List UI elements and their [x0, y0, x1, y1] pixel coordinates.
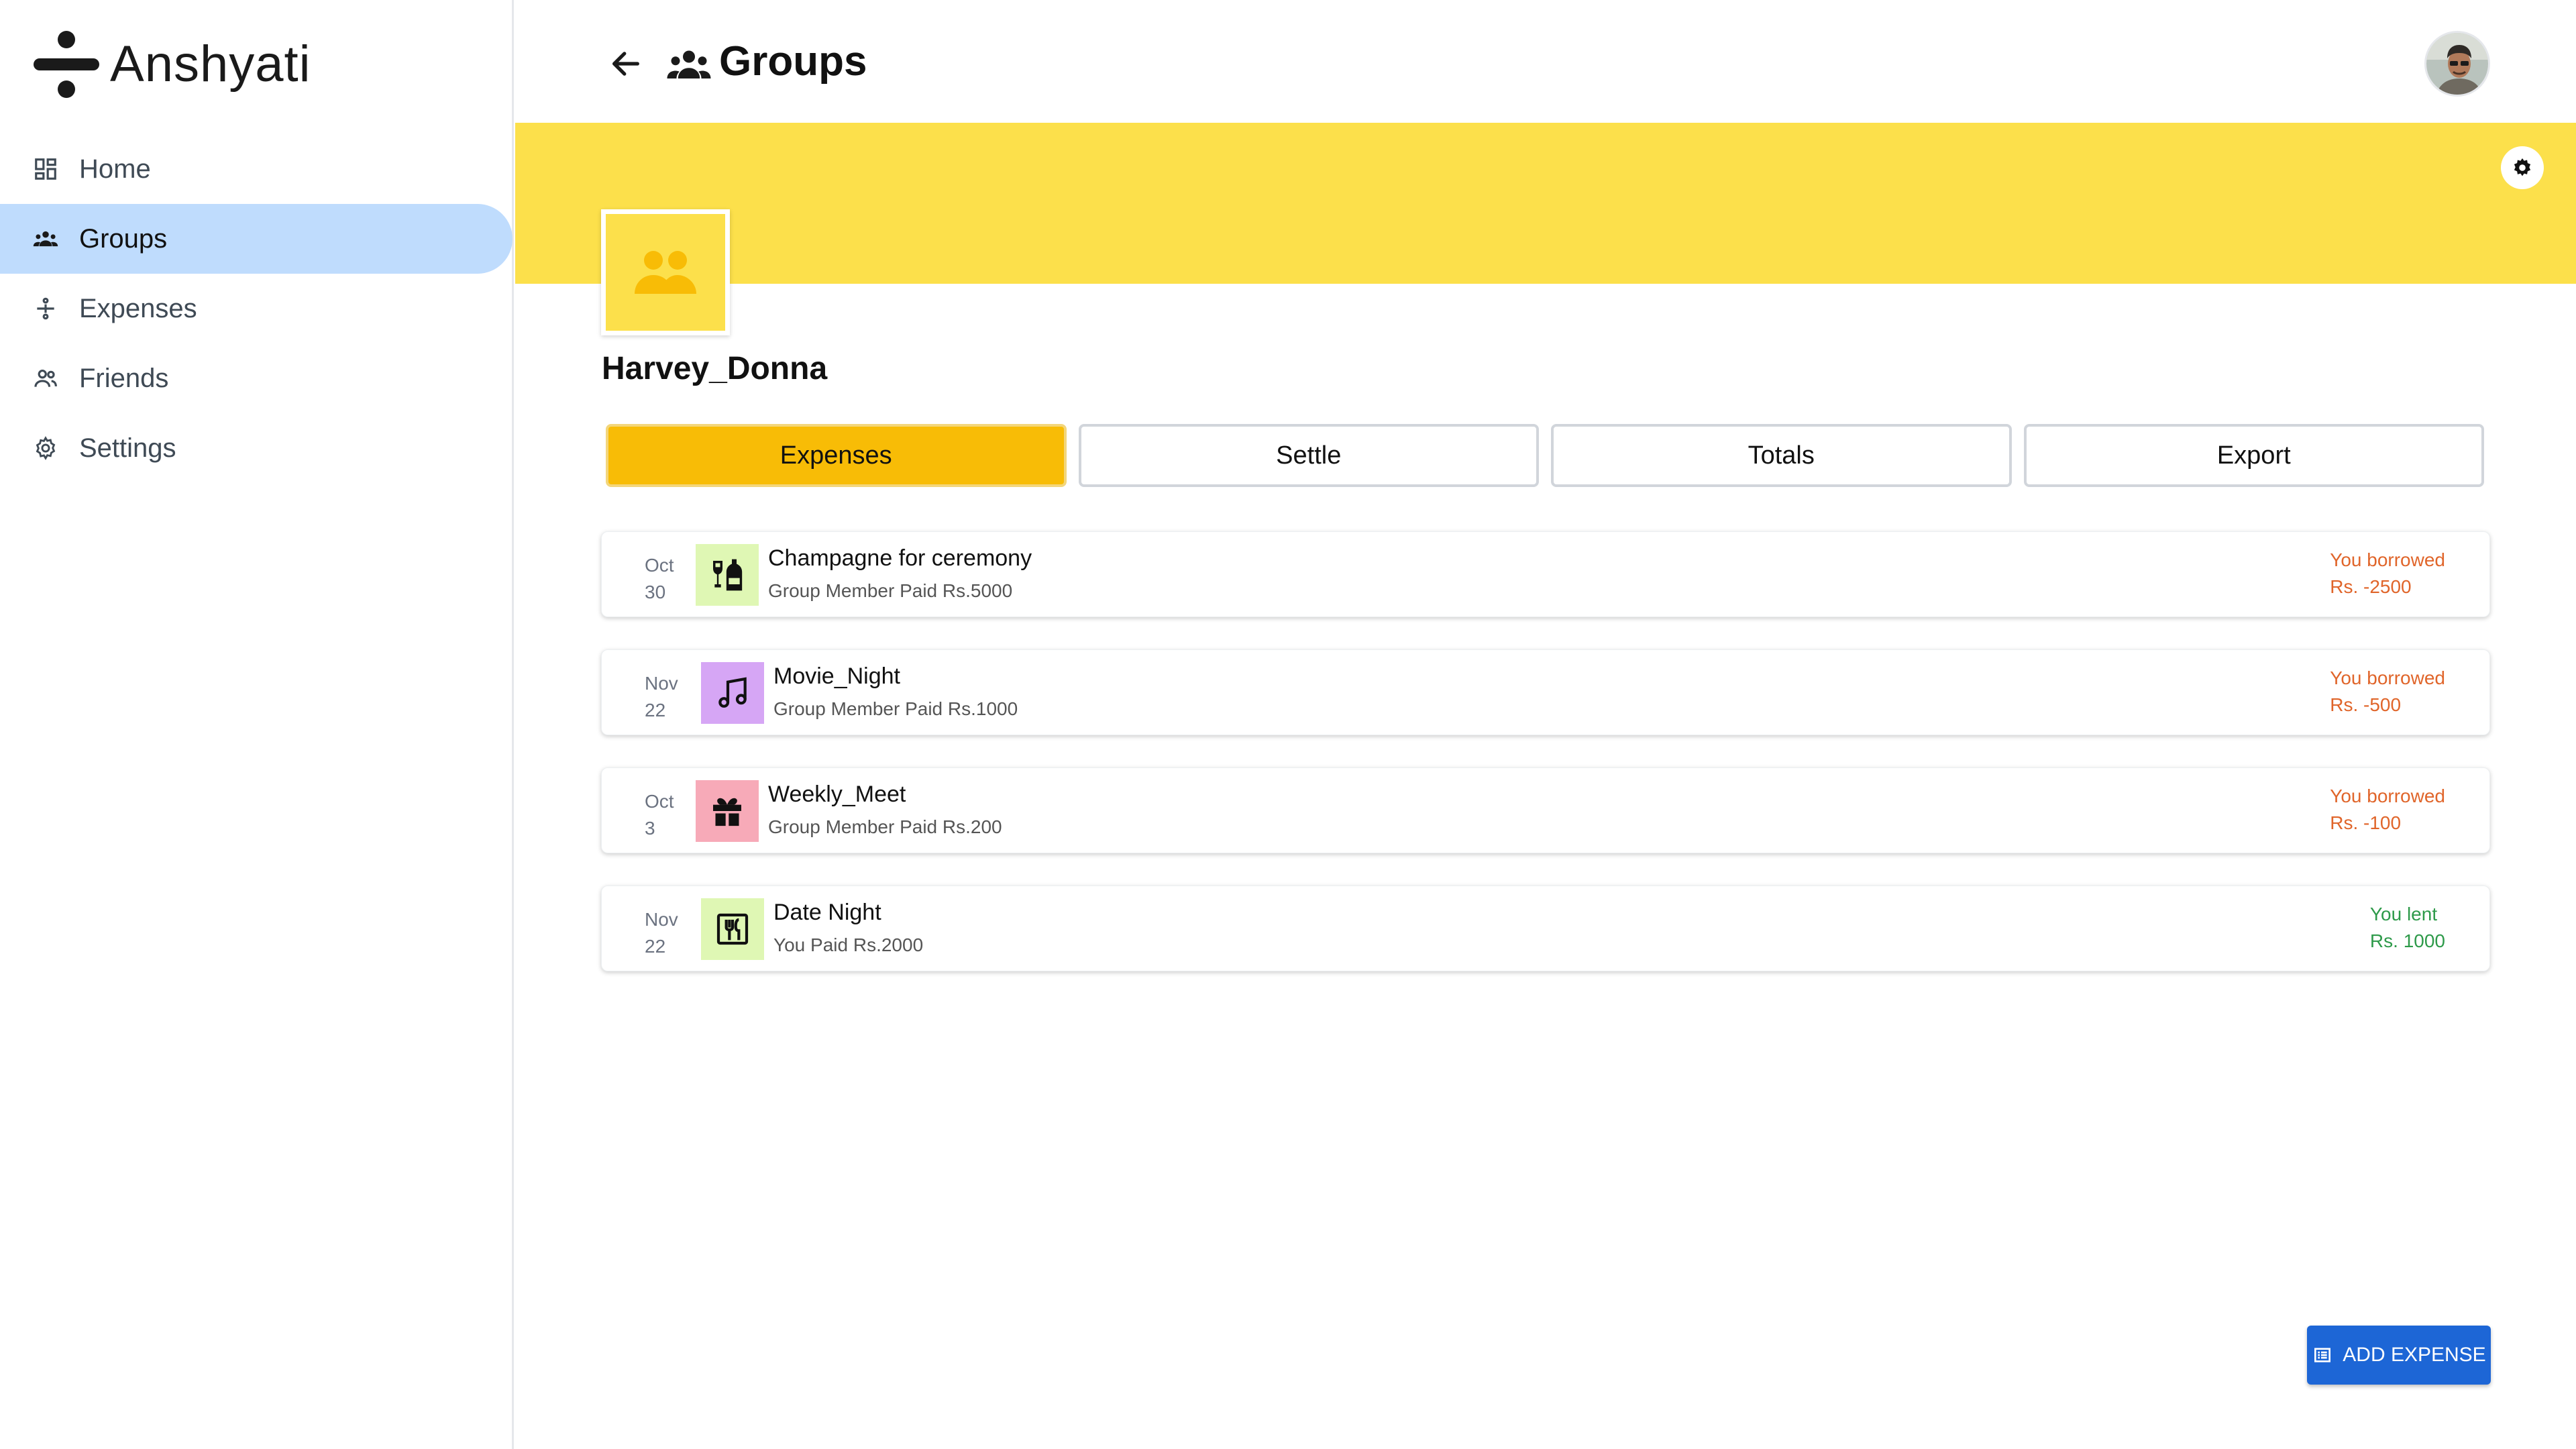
expenses-icon — [32, 295, 59, 322]
expense-balance: You borrowed Rs. -2500 — [2330, 547, 2445, 600]
expense-icon-box — [696, 780, 759, 842]
expense-title: Champagne for ceremony — [768, 545, 1032, 571]
expense-date: Nov 22 — [645, 906, 685, 960]
gift-icon — [713, 798, 741, 826]
expense-subtitle: Group Member Paid Rs.200 — [768, 816, 1002, 837]
sidebar-item-friends[interactable]: Friends — [0, 343, 514, 413]
expense-list: Oct 30 Champagne for ceremony Group Memb… — [601, 531, 2490, 1004]
expense-title: Movie_Night — [773, 663, 900, 689]
list-item[interactable]: Nov 22 Date Night You Paid Rs.2000 You l… — [601, 885, 2490, 971]
settings-icon — [32, 435, 59, 462]
expense-icon-box — [696, 544, 759, 606]
sidebar-item-label: Friends — [79, 363, 169, 393]
expense-balance: You lent Rs. 1000 — [2370, 901, 2445, 955]
expense-amount: Rs. -500 — [2330, 694, 2402, 715]
expense-day: 3 — [645, 818, 655, 839]
expense-status: You borrowed — [2330, 667, 2445, 688]
add-expense-label: ADD EXPENSE — [2343, 1344, 2486, 1366]
expense-month: Nov — [645, 673, 678, 694]
group-avatar[interactable] — [601, 209, 730, 335]
arrow-back-icon — [612, 52, 639, 76]
expense-day: 22 — [645, 936, 666, 957]
music-note-icon — [718, 677, 747, 708]
expense-amount: Rs. -100 — [2330, 812, 2402, 833]
expense-day: 22 — [645, 700, 666, 720]
champagne-icon — [713, 559, 743, 591]
sidebar-item-expenses[interactable]: Expenses — [0, 274, 514, 343]
back-button[interactable] — [604, 42, 648, 86]
expense-amount: Rs. 1000 — [2369, 930, 2445, 951]
expense-subtitle: Group Member Paid Rs.5000 — [768, 580, 1013, 601]
expense-month: Oct — [645, 791, 674, 812]
sidebar-item-home[interactable]: Home — [0, 134, 514, 204]
gear-icon — [2514, 158, 2531, 176]
expense-date: Nov 22 — [645, 670, 685, 724]
expense-date: Oct 30 — [645, 552, 685, 606]
anshyati-logo-icon — [32, 30, 101, 98]
expense-status: You lent — [2369, 904, 2438, 924]
tab-settle[interactable]: Settle — [1078, 424, 1539, 487]
restaurant-icon — [716, 913, 749, 945]
group-name: Harvey_Donna — [602, 351, 828, 386]
dashboard-icon — [32, 156, 59, 182]
expense-title: Date Night — [773, 900, 881, 925]
expense-month: Nov — [645, 909, 678, 930]
sidebar-nav: Home Groups Expenses Friends Settings — [0, 134, 514, 483]
expense-month: Oct — [645, 555, 674, 576]
expense-day: 30 — [645, 582, 666, 602]
tab-export[interactable]: Export — [2023, 424, 2484, 487]
expense-subtitle: Group Member Paid Rs.1000 — [773, 698, 1018, 719]
tab-expenses[interactable]: Expenses — [606, 424, 1067, 487]
expense-status: You borrowed — [2330, 786, 2445, 806]
page-title: Groups — [719, 38, 867, 85]
sidebar-item-settings[interactable]: Settings — [0, 413, 514, 483]
group-settings-button[interactable] — [2501, 146, 2544, 189]
sidebar-item-groups[interactable]: Groups — [0, 204, 513, 274]
sidebar-item-label: Home — [79, 154, 151, 184]
app-name: Anshyati — [110, 35, 311, 93]
brand[interactable]: Anshyati — [32, 27, 311, 101]
friends-icon — [32, 365, 59, 392]
sidebar: Anshyati Home Groups Expenses Friends Se… — [0, 0, 514, 1449]
expense-balance: You borrowed Rs. -100 — [2330, 783, 2445, 837]
group-tabs: Expenses Settle Totals Export — [606, 424, 2484, 487]
group-banner — [515, 123, 2576, 284]
expense-balance: You borrowed Rs. -500 — [2330, 665, 2445, 718]
receipt-list-icon — [2314, 1348, 2331, 1362]
tab-totals[interactable]: Totals — [1551, 424, 2012, 487]
list-item[interactable]: Oct 30 Champagne for ceremony Group Memb… — [601, 531, 2490, 617]
groups-icon — [32, 225, 59, 252]
expense-status: You borrowed — [2330, 549, 2445, 570]
sidebar-item-label: Settings — [79, 433, 176, 463]
expense-subtitle: You Paid Rs.2000 — [773, 934, 924, 955]
people-icon — [635, 251, 696, 294]
top-bar: Groups — [515, 0, 2576, 123]
list-item[interactable]: Nov 22 Movie_Night Group Member Paid Rs.… — [601, 649, 2490, 735]
sidebar-item-label: Expenses — [79, 293, 197, 323]
add-expense-button[interactable]: ADD EXPENSE — [2307, 1326, 2491, 1385]
sidebar-item-label: Groups — [79, 223, 168, 254]
expense-title: Weekly_Meet — [768, 782, 906, 807]
expense-amount: Rs. -2500 — [2330, 576, 2412, 597]
list-item[interactable]: Oct 3 Weekly_Meet Group Member Paid Rs.2… — [601, 767, 2490, 853]
expense-date: Oct 3 — [645, 788, 685, 842]
expense-icon-box — [701, 898, 764, 960]
groups-icon — [667, 50, 711, 78]
user-avatar[interactable] — [2424, 31, 2490, 97]
expense-icon-box — [701, 662, 764, 724]
